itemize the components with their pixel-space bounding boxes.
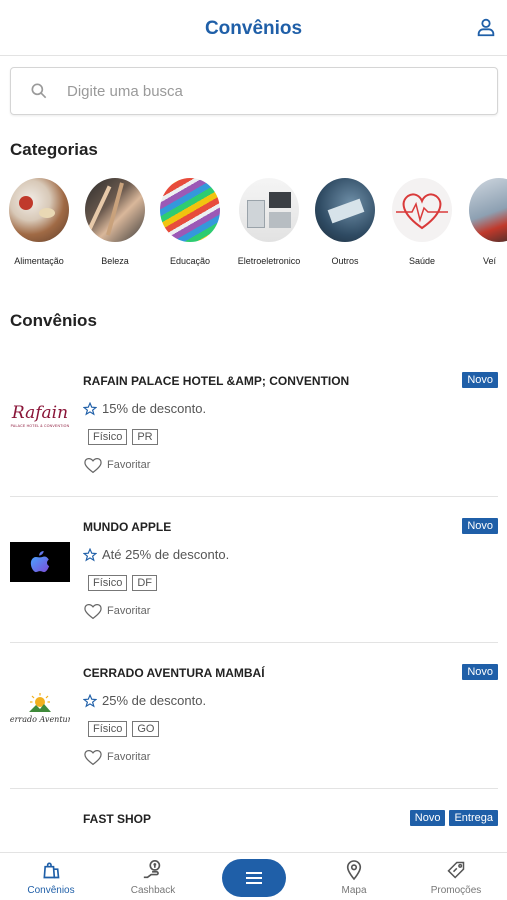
category-label: Educação xyxy=(169,256,211,266)
convenios-title: Convênios xyxy=(10,311,97,330)
category-outros[interactable]: Outros xyxy=(307,178,383,266)
status-badge: Novo xyxy=(462,664,498,680)
status-badge: Novo xyxy=(409,810,446,826)
category-label: Saúde xyxy=(408,256,436,266)
search-input[interactable] xyxy=(67,76,487,106)
partner-logo xyxy=(10,542,70,582)
heart-icon xyxy=(84,457,102,474)
tag: Físico xyxy=(88,721,128,737)
category-image xyxy=(239,178,299,242)
discount: Até 25% de desconto. xyxy=(83,547,229,562)
discount: 15% de desconto. xyxy=(83,401,206,416)
logo-text: Cerrado Aventura xyxy=(10,715,70,724)
list-item[interactable]: FAST SHOP Novo Entrega xyxy=(10,790,498,852)
tab-mapa[interactable]: Mapa xyxy=(314,859,394,896)
heart-icon xyxy=(84,603,102,620)
heart-icon xyxy=(396,193,448,230)
map-pin-icon xyxy=(346,860,362,881)
category-label: Alimentação xyxy=(14,256,64,266)
status-badge: Novo xyxy=(462,372,498,388)
app-header: Convênios xyxy=(0,0,507,56)
categories-carousel[interactable]: Alimentação Beleza Educação Eletroeletro… xyxy=(0,178,507,270)
partner-name: RAFAIN PALACE HOTEL &AMP; CONVENTION xyxy=(83,374,350,388)
favorite-label: Favoritar xyxy=(107,605,151,617)
tab-label: Convênios xyxy=(27,885,75,896)
partner-name: FAST SHOP xyxy=(83,812,152,826)
partner-logo: Cerrado Aventura xyxy=(10,686,70,730)
discount-text: 15% de desconto. xyxy=(102,401,207,416)
category-image xyxy=(392,178,452,242)
bag-icon xyxy=(43,862,60,879)
category-image xyxy=(315,178,375,242)
category-label: Beleza xyxy=(101,256,129,266)
category-label: Outros xyxy=(331,256,359,266)
logo-subtext: PALACE HOTEL & CONVENTION xyxy=(10,423,70,428)
badges: Novo xyxy=(462,372,498,388)
tags: Físico GO xyxy=(88,721,160,737)
menu-button[interactable] xyxy=(222,859,286,897)
sun-mountain-icon xyxy=(29,693,51,712)
discount-text: 25% de desconto. xyxy=(102,693,207,708)
tags: Físico PR xyxy=(88,429,158,445)
user-icon[interactable] xyxy=(475,16,497,38)
tag: PR xyxy=(132,429,158,445)
category-veiculos[interactable]: Veí xyxy=(461,178,507,266)
favorite-button[interactable]: Favoritar xyxy=(83,602,150,620)
tab-convenios[interactable]: Convênios xyxy=(11,859,91,896)
tag: GO xyxy=(132,721,160,737)
categories-title: Categorias xyxy=(10,140,98,159)
page-title: Convênios xyxy=(204,18,303,39)
search-icon xyxy=(31,83,47,99)
favorite-button[interactable]: Favoritar xyxy=(83,748,150,766)
bottom-tab-bar: Convênios Cashback Mapa Promoções xyxy=(0,852,507,900)
favorite-button[interactable]: Favoritar xyxy=(83,456,150,474)
tab-label: Cashback xyxy=(130,885,176,896)
category-alimentacao[interactable]: Alimentação xyxy=(1,178,77,266)
logo-text: Rafain xyxy=(11,402,69,423)
tag: Físico xyxy=(88,429,128,445)
category-image xyxy=(9,178,69,242)
star-icon xyxy=(83,401,97,416)
category-image xyxy=(469,178,507,242)
partner-name: CERRADO AVENTURA MAMBAÍ xyxy=(83,666,265,680)
star-icon xyxy=(83,547,97,562)
partner-logo: Rafain PALACE HOTEL & CONVENTION xyxy=(10,394,70,438)
tags: Físico DF xyxy=(88,575,158,591)
list-item[interactable]: Cerrado Aventura CERRADO AVENTURA MAMBAÍ… xyxy=(10,644,498,789)
status-badge: Entrega xyxy=(449,810,498,826)
tab-promocoes[interactable]: Promoções xyxy=(416,859,496,896)
category-label: Veí xyxy=(483,256,497,266)
star-icon xyxy=(83,693,97,708)
category-image xyxy=(160,178,220,242)
tag: DF xyxy=(132,575,158,591)
tab-label: Mapa xyxy=(341,885,367,896)
category-label: Eletroeletronico xyxy=(237,256,301,266)
tag-icon xyxy=(447,861,465,879)
tab-cashback[interactable]: Cashback xyxy=(113,859,193,896)
category-educacao[interactable]: Educação xyxy=(152,178,228,266)
tab-label: Promoções xyxy=(430,885,482,896)
category-eletroeletronico[interactable]: Eletroeletronico xyxy=(231,178,307,266)
tag: Físico xyxy=(88,575,128,591)
favorite-label: Favoritar xyxy=(107,459,151,471)
badges: Novo xyxy=(462,518,498,534)
favorite-label: Favoritar xyxy=(107,751,151,763)
badges: Novo Entrega xyxy=(409,810,498,826)
list-item[interactable]: MUNDO APPLE Novo Até 25% de desconto. Fí… xyxy=(10,498,498,643)
discount: 25% de desconto. xyxy=(83,693,206,708)
cashback-icon xyxy=(143,860,161,879)
discount-text: Até 25% de desconto. xyxy=(102,547,230,562)
category-image xyxy=(85,178,145,242)
category-saude[interactable]: Saúde xyxy=(384,178,460,266)
heart-icon xyxy=(84,749,102,766)
list-item[interactable]: Rafain PALACE HOTEL & CONVENTION RAFAIN … xyxy=(10,352,498,497)
search-box[interactable] xyxy=(10,67,498,115)
category-beleza[interactable]: Beleza xyxy=(77,178,153,266)
partner-name: MUNDO APPLE xyxy=(83,520,172,534)
badges: Novo xyxy=(462,664,498,680)
apple-logo-icon xyxy=(30,551,50,573)
status-badge: Novo xyxy=(462,518,498,534)
menu-icon xyxy=(246,872,262,884)
